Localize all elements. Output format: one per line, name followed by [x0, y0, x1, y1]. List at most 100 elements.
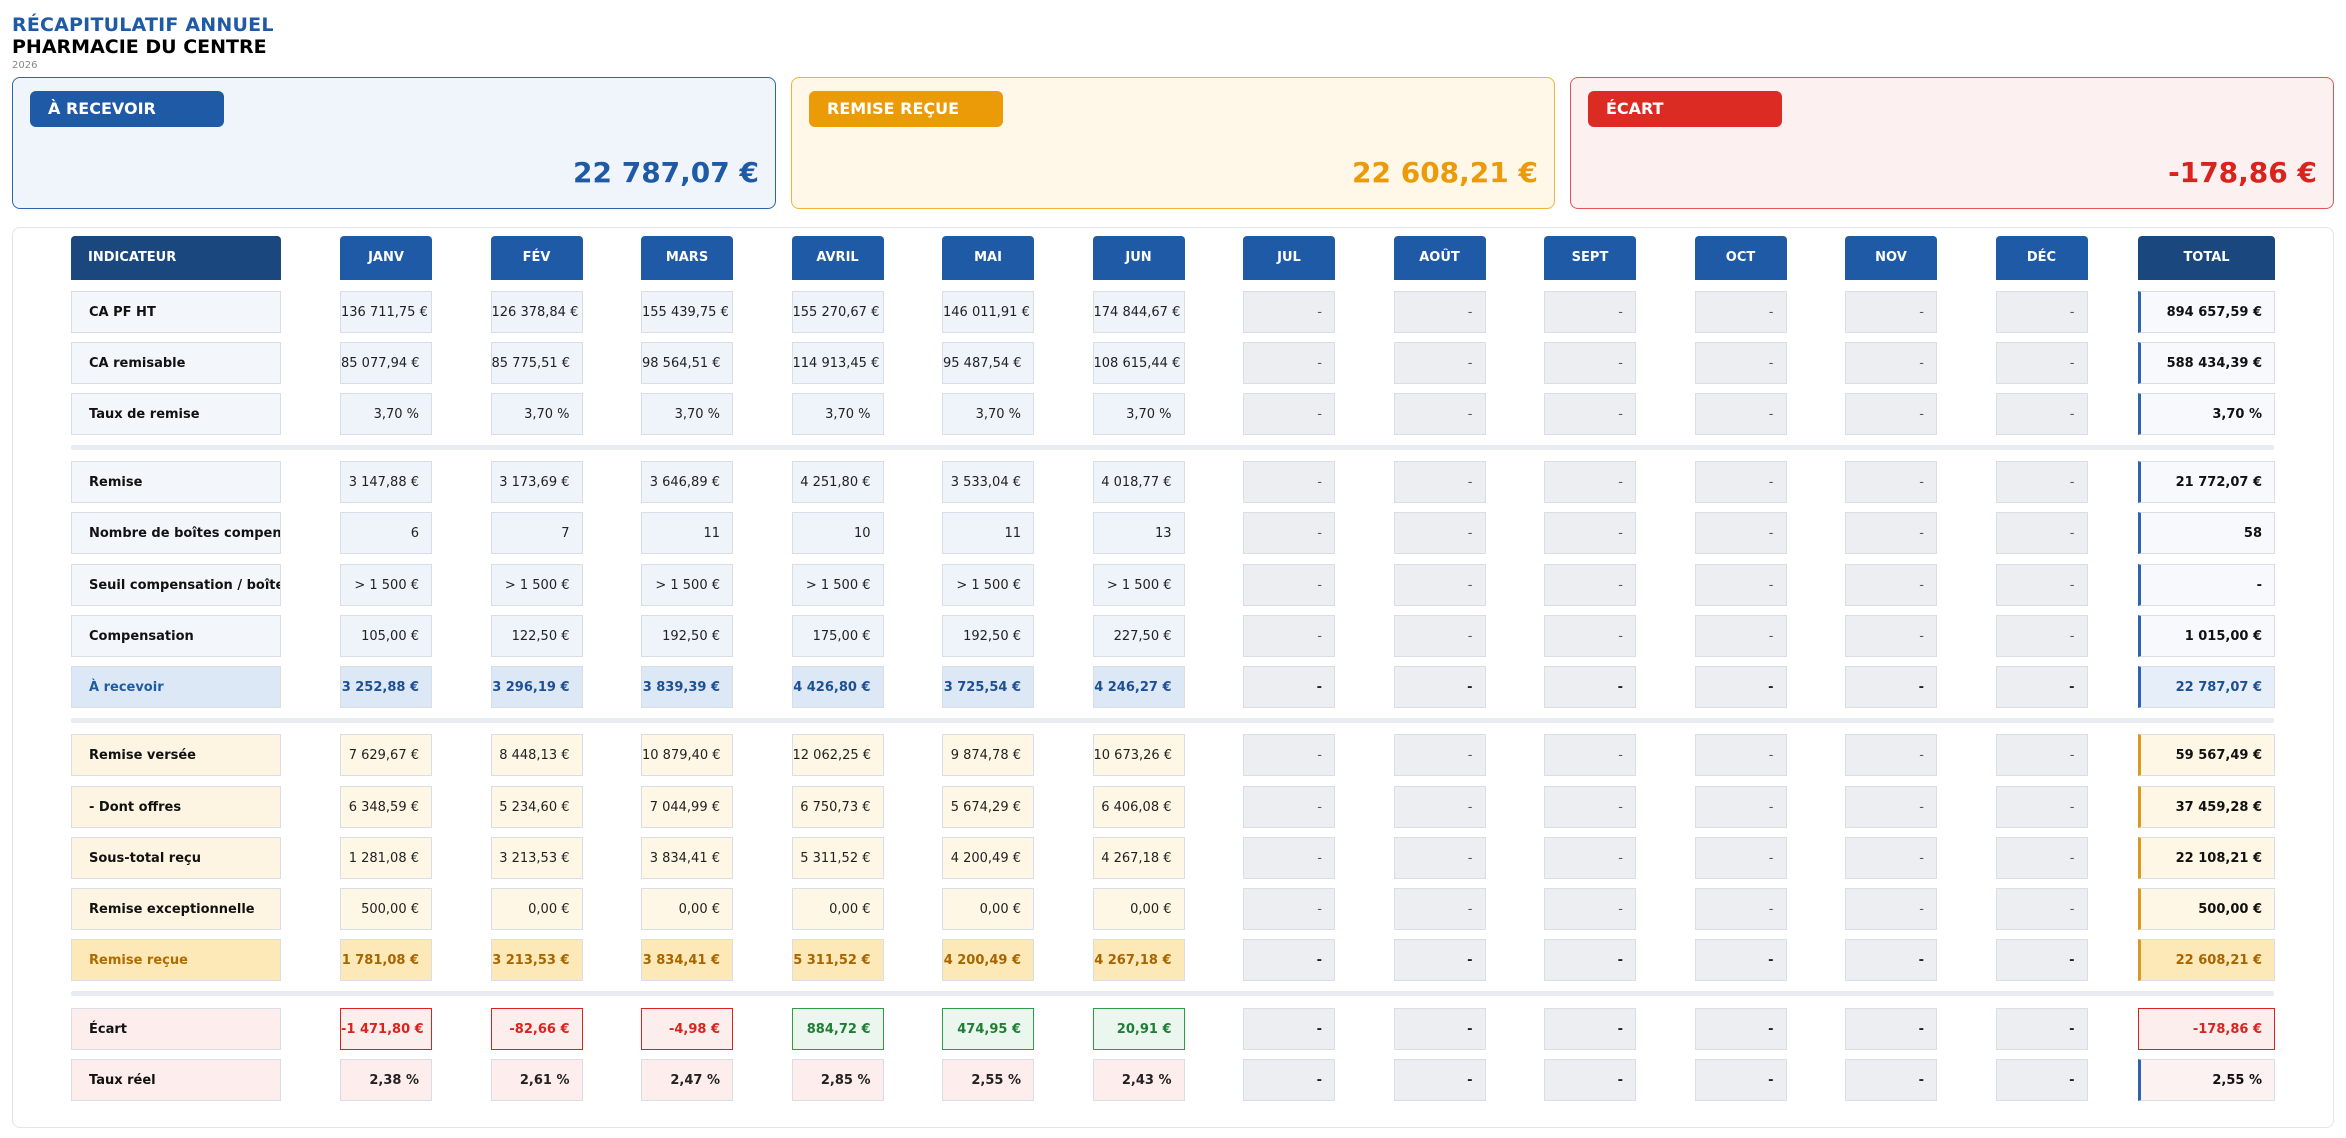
header-month: MARS [641, 236, 733, 280]
month-value: 122,50 € [490, 615, 583, 657]
month-value-empty: - [1845, 393, 1937, 435]
month-value-empty: - [1393, 564, 1486, 606]
month-value-empty: - [1243, 342, 1335, 384]
month-value: 6 [340, 512, 432, 554]
month-value-empty: - [1995, 291, 2088, 333]
month-value: 5 311,52 € [791, 939, 884, 981]
month-value-empty: - [1393, 666, 1486, 708]
row-label: Sous-total reçu [71, 837, 281, 879]
month-value-empty: - [1995, 461, 2088, 503]
annual-summary-table: INDICATEUR JANV FÉV MARS AVRIL MAI JUN JUL AOÛT S… [12, 227, 2334, 1128]
header-total: TOTAL [2138, 236, 2275, 280]
card-ecart: ÉCART -178,86 € [1570, 77, 2334, 209]
month-value-empty: - [1995, 1059, 2088, 1101]
row-total: 22 108,21 € [2138, 837, 2275, 879]
month-value-empty: - [1694, 615, 1787, 657]
month-value: 3 252,88 € [340, 666, 432, 708]
month-value-empty: - [1995, 837, 2088, 879]
month-value-empty: - [1995, 939, 2088, 981]
month-value: 4 200,49 € [942, 837, 1034, 879]
month-value: 3 147,88 € [340, 461, 432, 503]
month-value: 2,47 % [641, 1059, 733, 1101]
card-a-recevoir-amount: 22 787,07 € [573, 156, 759, 189]
month-value-empty: - [1243, 393, 1335, 435]
month-value: 95 487,54 € [942, 342, 1034, 384]
month-value-empty: - [1243, 734, 1335, 776]
card-remise-recue-amount: 22 608,21 € [1352, 156, 1538, 189]
month-value: 155 439,75 € [641, 291, 733, 333]
month-value-empty: - [1694, 666, 1787, 708]
month-value: 85 077,94 € [340, 342, 432, 384]
header-month: JUL [1243, 236, 1335, 280]
month-value-empty: - [1694, 1008, 1787, 1050]
month-value-empty: - [1243, 564, 1335, 606]
group-separator [71, 718, 2274, 723]
month-value: 10 [791, 512, 884, 554]
month-value: 3 839,39 € [641, 666, 733, 708]
month-value-empty: - [1845, 615, 1937, 657]
row-label: À recevoir [71, 666, 281, 708]
month-value: > 1 500 € [791, 564, 884, 606]
month-value-empty: - [1544, 615, 1636, 657]
month-value: 192,50 € [641, 615, 733, 657]
month-value: 9 874,78 € [942, 734, 1034, 776]
month-value-empty: - [1243, 291, 1335, 333]
month-value-empty: - [1544, 666, 1636, 708]
row-label: Taux réel [71, 1059, 281, 1101]
month-value: 6 406,08 € [1092, 786, 1185, 828]
month-value: 7 629,67 € [340, 734, 432, 776]
month-value: 4 200,49 € [942, 939, 1034, 981]
month-value: 98 564,51 € [641, 342, 733, 384]
month-value: 0,00 € [791, 888, 884, 930]
row-total: 2,55 % [2138, 1059, 2275, 1101]
month-value-empty: - [1694, 939, 1787, 981]
row-total: 894 657,59 € [2138, 291, 2275, 333]
month-value: 2,61 % [490, 1059, 583, 1101]
month-value-empty: - [1995, 512, 2088, 554]
row-total: -178,86 € [2138, 1008, 2275, 1050]
row-label: CA PF HT [71, 291, 281, 333]
month-value: 884,72 € [791, 1008, 884, 1050]
month-value-empty: - [1243, 786, 1335, 828]
month-value-empty: - [1544, 564, 1636, 606]
card-remise-recue-label: REMISE REÇUE [809, 91, 1003, 127]
month-value-empty: - [1243, 1059, 1335, 1101]
month-value-empty: - [1544, 393, 1636, 435]
month-value-empty: - [1544, 461, 1636, 503]
header-month: OCT [1694, 236, 1787, 280]
month-value: 3 213,53 € [490, 939, 583, 981]
row-label: Remise exceptionnelle [71, 888, 281, 930]
row-label: Écart [71, 1008, 281, 1050]
month-value-empty: - [1694, 786, 1787, 828]
month-value: 2,85 % [791, 1059, 884, 1101]
month-value-empty: - [1995, 393, 2088, 435]
month-value-empty: - [1544, 786, 1636, 828]
month-value-empty: - [1544, 512, 1636, 554]
month-value-empty: - [1544, 837, 1636, 879]
row-total: 22 608,21 € [2138, 939, 2275, 981]
month-value: 12 062,25 € [791, 734, 884, 776]
month-value: 10 879,40 € [641, 734, 733, 776]
month-value: 474,95 € [942, 1008, 1034, 1050]
group-separator [71, 991, 2274, 996]
month-value: 192,50 € [942, 615, 1034, 657]
month-value-empty: - [1544, 1059, 1636, 1101]
month-value: 4 426,80 € [791, 666, 884, 708]
month-value-empty: - [1243, 461, 1335, 503]
year-label: 2026 [12, 60, 38, 71]
month-value-empty: - [1544, 888, 1636, 930]
month-value: 4 267,18 € [1092, 939, 1185, 981]
month-value: 146 011,91 € [942, 291, 1034, 333]
header-month: JUN [1092, 236, 1185, 280]
month-value-empty: - [1845, 342, 1937, 384]
month-value: 3 296,19 € [490, 666, 583, 708]
header-month: FÉV [490, 236, 583, 280]
month-value-empty: - [1694, 1059, 1787, 1101]
month-value: 6 750,73 € [791, 786, 884, 828]
month-value: 227,50 € [1092, 615, 1185, 657]
month-value: 85 775,51 € [490, 342, 583, 384]
month-value-empty: - [1694, 291, 1787, 333]
summary-cards: À RECEVOIR 22 787,07 € REMISE REÇUE 22 6… [12, 77, 2334, 211]
month-value-empty: - [1544, 734, 1636, 776]
month-value-empty: - [1694, 342, 1787, 384]
